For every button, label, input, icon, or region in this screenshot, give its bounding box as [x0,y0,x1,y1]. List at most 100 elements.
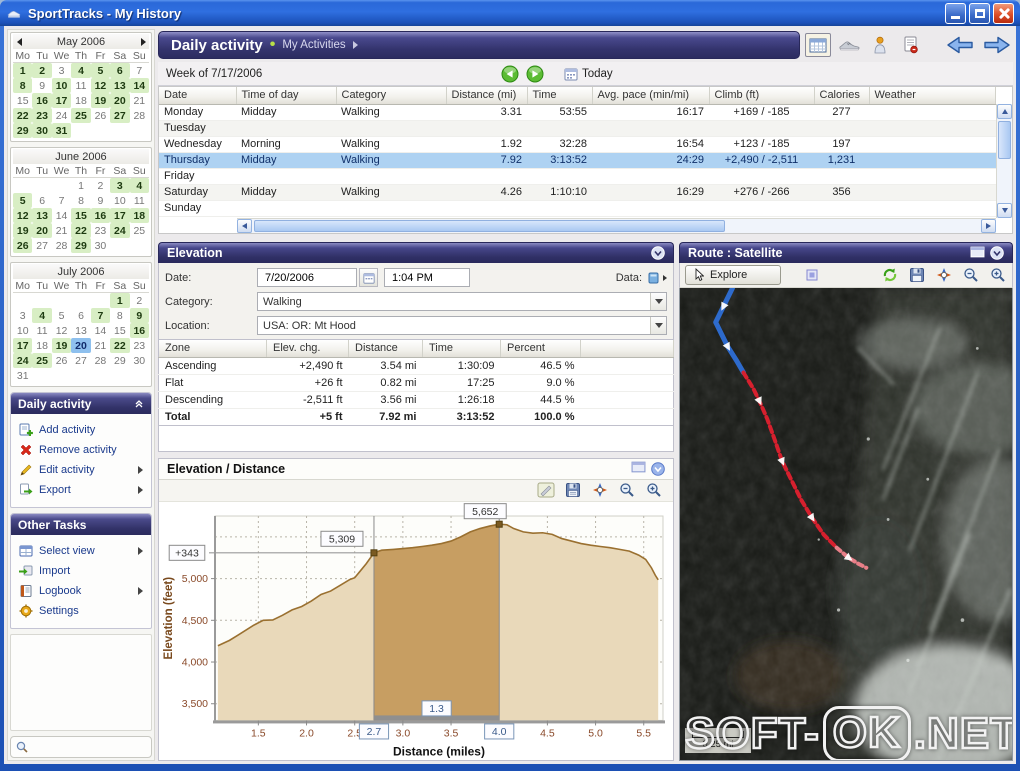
calendar-day[interactable]: 19 [13,223,33,238]
chart-list-button[interactable] [631,461,646,476]
calendar-day[interactable]: 22 [71,223,91,238]
reports-view-button[interactable] [898,33,924,57]
calendar-day[interactable]: 15 [71,208,91,223]
calendar-day[interactable]: 11 [32,323,51,338]
calendar-day[interactable]: 28 [91,353,110,368]
calendar-prev-button[interactable] [13,37,25,47]
zone-column-time[interactable]: Time [422,340,501,358]
calendar-day[interactable]: 5 [90,63,111,78]
calendar-day[interactable]: 8 [71,193,90,208]
remove-activity-item[interactable]: Remove activity [15,440,147,460]
calendar-day[interactable]: 1 [13,63,33,78]
athlete-view-button[interactable] [867,33,893,57]
map-zoom-out-button[interactable] [962,267,980,284]
calendar-day[interactable]: 10 [110,193,129,208]
calendar-day[interactable]: 20 [110,93,130,108]
calendar-day[interactable]: 8 [13,78,33,93]
minimize-button[interactable] [945,2,966,24]
calendar-day[interactable]: 14 [91,323,110,338]
daily-activity-header[interactable]: Daily activity [11,393,151,414]
chart-settings-button[interactable] [591,482,609,499]
calendar-day[interactable]: 6 [32,193,51,208]
column-header-weather[interactable]: Weather [869,87,996,105]
window-titlebar[interactable]: SportTracks - My History [0,0,1020,26]
calendar-day[interactable]: 31 [13,368,32,383]
calendar-day[interactable]: 25 [32,353,52,368]
column-header-time[interactable]: Time [527,87,593,105]
export-item[interactable]: Export [15,480,147,500]
calendar-day[interactable]: 30 [91,238,110,253]
calendar-day[interactable]: 30 [32,123,52,138]
route-collapse-button[interactable] [990,246,1004,260]
other-tasks-header[interactable]: Other Tasks [11,514,151,535]
column-header-date[interactable]: Date [159,87,237,105]
breadcrumb-arrow-icon[interactable] [352,41,358,49]
calendar-day[interactable]: 2 [91,178,110,193]
chart-zoom-in-button[interactable] [645,482,663,499]
calendar-day[interactable]: 3 [110,178,130,193]
calendar-day[interactable]: 21 [52,223,71,238]
settings-item[interactable]: Settings [15,601,147,621]
zone-column-percent[interactable]: Percent [500,340,581,358]
calendar-day[interactable]: 17 [51,93,72,108]
chart-edit-button[interactable] [537,482,555,499]
calendar-day[interactable]: 24 [52,108,71,123]
calendar-day[interactable]: 12 [13,208,33,223]
calendar-day[interactable]: 30 [130,353,149,368]
calendar-day[interactable]: 2 [32,63,52,78]
location-dropdown-button[interactable] [650,317,666,334]
calendar-day[interactable]: 5 [52,308,71,323]
calendar-day[interactable]: 21 [130,93,149,108]
scroll-down-button[interactable] [997,203,1012,218]
calendar-day[interactable]: 20 [71,338,91,353]
elevation-distance-chart[interactable]: +3435,3095,6521.5 2.0 2.5 3.0 3.5 4.5 5.0 5.52.… [159,502,673,761]
collapse-chevron-icon[interactable] [134,399,144,409]
route-map[interactable] [680,288,1012,760]
next-week-button[interactable] [526,65,544,83]
breadcrumb[interactable]: My Activities [282,39,345,51]
today-button[interactable]: Today [564,67,613,81]
calendar-day[interactable]: 10 [13,323,32,338]
calendar-day[interactable]: 25 [130,223,149,238]
calendar-day[interactable]: 4 [32,308,52,323]
scroll-up-button[interactable] [997,104,1012,119]
calendar-day[interactable]: 12 [52,323,71,338]
column-header-category[interactable]: Category [336,87,447,105]
table-vertical-scrollbar[interactable] [996,104,1012,218]
calendar-day[interactable]: 17 [110,208,130,223]
zone-column-zone[interactable]: Zone [158,340,267,358]
calendar-day[interactable]: 20 [32,223,52,238]
map-zoom-in-button[interactable] [989,267,1007,284]
calendar-day[interactable]: 26 [52,353,71,368]
table-row[interactable]: Sunday [159,200,996,217]
column-header-avg-pace-min-mi[interactable]: Avg. pace (min/mi) [592,87,710,105]
map-save-button[interactable] [908,267,926,284]
column-header-climb-ft[interactable]: Climb (ft) [709,87,815,105]
table-row[interactable]: Tuesday [159,120,996,137]
calendar-day[interactable]: 13 [110,78,130,93]
calendar-day[interactable]: 19 [90,93,111,108]
table-row[interactable]: Wednesday Morning Walking 1.92 32:28 16:54 +12… [159,136,996,153]
edit-activity-item[interactable]: Edit activity [15,460,147,480]
calendar-day[interactable]: 27 [110,108,130,123]
calendar-day[interactable]: 22 [110,338,130,353]
calendar-day[interactable]: 15 [13,93,32,108]
calendar-day[interactable]: 3 [13,308,32,323]
calendar-day[interactable]: 21 [91,338,110,353]
elevation-panel-header[interactable]: Elevation [158,242,674,263]
column-header-time-of-day[interactable]: Time of day [236,87,337,105]
explore-button[interactable]: Explore [685,265,781,285]
import-item[interactable]: Import [15,561,147,581]
scroll-right-button[interactable] [981,219,996,233]
calendar-day[interactable]: 18 [71,93,90,108]
calendar-day[interactable]: 1 [71,178,90,193]
time-input[interactable] [390,270,464,285]
calendar-day[interactable]: 22 [13,108,33,123]
calendar-day[interactable]: 11 [130,193,149,208]
chart-zoom-out-button[interactable] [618,482,636,499]
calendar-day[interactable]: 9 [91,193,110,208]
calendar-day[interactable]: 6 [71,308,90,323]
calendar-day[interactable]: 16 [129,323,149,338]
select-view-item[interactable]: Select view [15,541,147,561]
calendar-day[interactable]: 31 [51,123,72,138]
